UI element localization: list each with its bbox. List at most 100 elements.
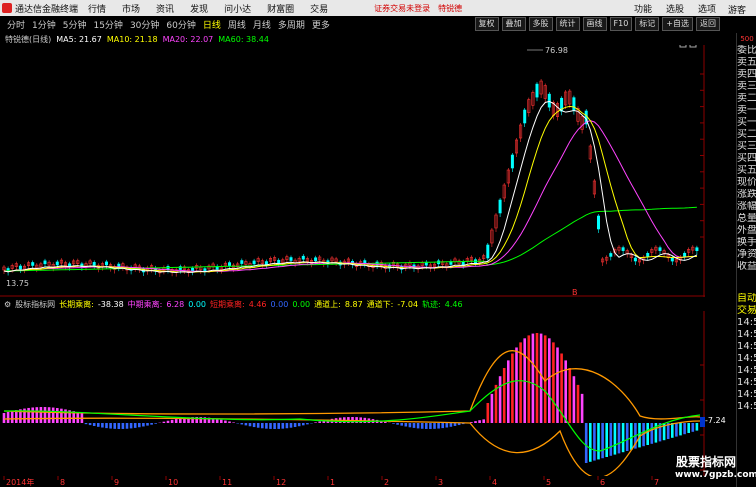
period-multi[interactable]: 多周期	[278, 18, 305, 31]
indicator-chart[interactable]: 100.050.000.00-50.00	[0, 311, 705, 476]
menu-options[interactable]: 选项	[698, 2, 716, 15]
time-axis-label: 4	[492, 478, 497, 487]
menu-news[interactable]: 资讯	[156, 2, 174, 15]
menu-trade[interactable]: 交易	[310, 2, 328, 15]
overlay-button[interactable]: 叠加	[501, 17, 526, 31]
back-button[interactable]: 返回	[696, 17, 720, 31]
period-timeshare[interactable]: 分时	[7, 18, 25, 31]
sidebar-item: 收益	[737, 261, 756, 272]
trail-label: 轨迹:	[422, 300, 441, 309]
auto-trade-button[interactable]: 自动	[737, 293, 756, 305]
ma10-label: MA10: 21.18	[106, 34, 158, 44]
sidebar-item: 买三	[737, 141, 756, 152]
ma20-label: MA20: 22.07	[162, 34, 214, 44]
event-marker: B	[572, 288, 578, 297]
tool-buttons: 复权 叠加 多股 统计 画线 F10 标记 +自选 返回	[472, 17, 720, 31]
stock-period-label: 特锐德(日线)	[5, 34, 52, 44]
time-axis: 2014年 8 9 10 11 12 1 2 3 4 5 6 7	[0, 476, 705, 487]
mid-dev-label: 中期乘离:	[127, 300, 163, 309]
time-axis-label: 7	[654, 478, 659, 487]
tick-time: 14:56	[737, 329, 756, 340]
aux-value-1: 0.00	[188, 300, 206, 309]
sidebar-item: 换手	[737, 237, 756, 248]
sidebar-item: 买一	[737, 117, 756, 128]
sidebar-item: 外盘	[737, 225, 756, 236]
guest-label[interactable]: 游客	[728, 3, 746, 16]
menu-stock-pick[interactable]: 选股	[666, 2, 684, 15]
period-monthly[interactable]: 月线	[253, 18, 271, 31]
short-dev-label: 短期乘离:	[210, 300, 245, 309]
ma60-label: MA60: 38.44	[218, 34, 269, 44]
adjust-button[interactable]: 复权	[474, 17, 499, 31]
app-title: 通达信金融终端	[15, 4, 79, 15]
period-60min[interactable]: 60分钟	[166, 18, 195, 31]
high-price-label: 76.98	[545, 46, 568, 55]
stats-button[interactable]: 统计	[555, 17, 580, 31]
sidebar-price-top: 500	[740, 35, 754, 43]
time-axis-label: 6	[600, 478, 605, 487]
right-menus: 功能 选股 选项	[620, 0, 716, 16]
channel-up-value: 8.87	[344, 300, 363, 309]
period-weekly[interactable]: 周线	[228, 18, 246, 31]
ma5-label: MA5: 21.67	[56, 34, 102, 44]
tick-time: 14:56	[737, 353, 756, 364]
channel-down-value: -7.04	[397, 300, 419, 309]
trail-value: 4.46	[444, 300, 463, 309]
current-value-label: -7.24	[705, 416, 726, 425]
time-axis-label: 8	[60, 478, 65, 487]
time-axis-label: 3	[438, 478, 443, 487]
multi-stock-button[interactable]: 多股	[528, 17, 553, 31]
period-30min[interactable]: 30分钟	[130, 18, 159, 31]
indicator-info-line: ⚙ 股标指标网 长期乘离: -38.38 中期乘离: 6.28 0.00 短期乘…	[0, 299, 463, 310]
menu-discover[interactable]: 发现	[190, 2, 208, 15]
menu-market[interactable]: 市场	[122, 2, 140, 15]
channel-down-label: 通道下:	[366, 300, 394, 309]
app-logo	[2, 3, 12, 13]
indicator-name[interactable]: 股标指标网	[15, 299, 55, 310]
period-daily[interactable]: 日线	[203, 18, 221, 31]
broker-notice[interactable]: 证券交易未登录	[374, 3, 430, 14]
period-1min[interactable]: 1分钟	[32, 18, 56, 31]
stock-tag[interactable]: 特锐德	[438, 3, 462, 14]
menu-quotes[interactable]: 行情	[88, 2, 106, 15]
tick-time: 14:56	[737, 365, 756, 376]
menu-function[interactable]: 功能	[634, 2, 652, 15]
time-axis-label: 10	[168, 478, 178, 487]
long-dev-label: 长期乘离:	[59, 300, 94, 309]
trade-button[interactable]: 交易	[737, 305, 756, 317]
tick-time: 14:56	[737, 389, 756, 400]
sidebar-item: 涨幅	[737, 201, 756, 212]
period-5min[interactable]: 5分钟	[63, 18, 87, 31]
mid-dev-value: 6.28	[166, 300, 185, 309]
sidebar-item: 卖一	[737, 105, 756, 116]
sidebar-item: 卖三	[737, 81, 756, 92]
menu-wealth[interactable]: 财富圈	[267, 2, 294, 15]
watermark-url: www.7gpzb.com	[675, 470, 756, 480]
time-axis-label: 2014年	[6, 477, 34, 487]
sidebar-item: 涨跌	[737, 189, 756, 200]
long-dev-value: -38.38	[97, 300, 124, 309]
indicator-icon[interactable]: ⚙	[4, 300, 11, 309]
time-axis-label: 2	[384, 478, 389, 487]
period-more[interactable]: 更多	[312, 18, 330, 31]
f10-button[interactable]: F10	[609, 17, 633, 31]
time-axis-label: 11	[222, 478, 232, 487]
menu-bar: 通达信金融终端 行情 市场 资讯 发现 问小达 财富圈 交易 证券交易未登录 特…	[0, 0, 756, 16]
watermark: 股票指标网 www.7gpzb.com	[675, 453, 756, 480]
menu-ask[interactable]: 问小达	[224, 2, 251, 15]
sidebar-item: 委比	[737, 45, 756, 56]
time-axis-label: 9	[114, 478, 119, 487]
channel-up-label: 通道上:	[314, 300, 341, 309]
tick-time: 14:56	[737, 341, 756, 352]
sidebar-item: 卖四	[737, 69, 756, 80]
add-watchlist-button[interactable]: +自选	[662, 17, 693, 31]
draw-button[interactable]: 画线	[582, 17, 607, 31]
price-chart[interactable]: 70.0065.0060.0055.0050.0045.0040.0035.00…	[0, 45, 705, 297]
tick-time: 14:56	[737, 377, 756, 388]
sidebar-item: 卖五	[737, 57, 756, 68]
low-price-label: 13.75	[6, 279, 29, 288]
mark-button[interactable]: 标记	[635, 17, 660, 31]
short-dev-value: 4.46	[248, 300, 267, 309]
sidebar-item: 买四	[737, 153, 756, 164]
period-15min[interactable]: 15分钟	[93, 18, 122, 31]
